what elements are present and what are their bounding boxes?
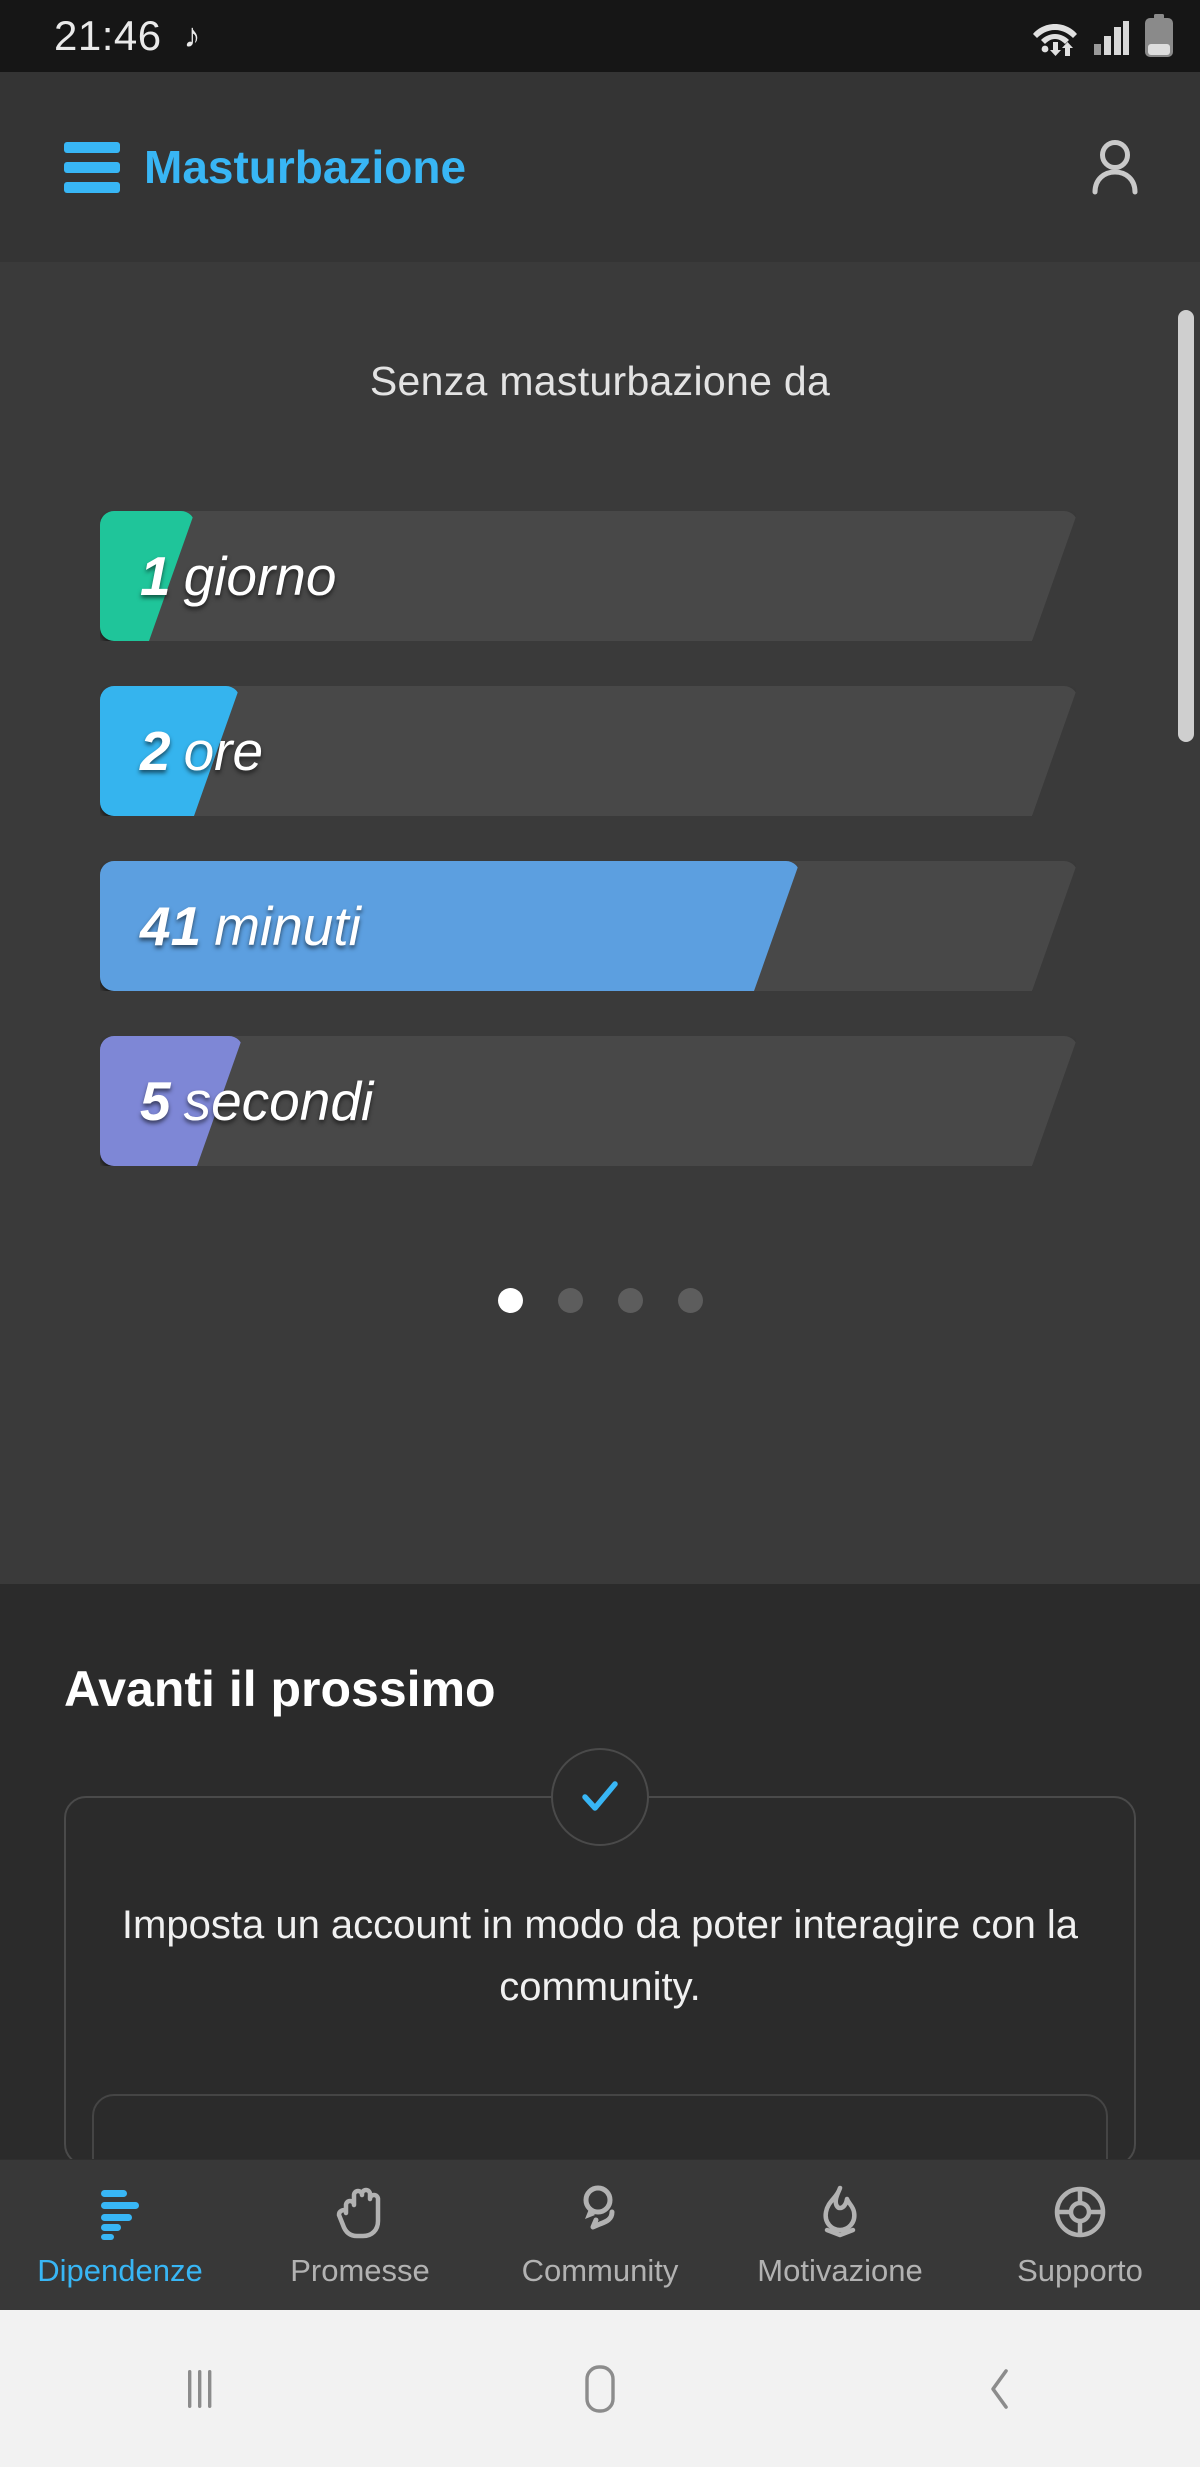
flame-icon [811,2181,869,2243]
back-icon[interactable] [800,2310,1200,2467]
tab-label: Supporto [1017,2253,1143,2288]
time-bar-value: 1 [140,545,171,607]
tab-dipendenze[interactable]: Dipendenze [0,2160,240,2310]
bar-chart-icon [91,2181,149,2243]
speech-bubbles-icon [571,2181,629,2243]
music-note-icon: ♪ [183,16,201,55]
hamburger-bar [64,141,120,153]
time-bars-list: 1 giorno 2 ore 41 minuti 5 secondi [0,511,1200,1166]
vertical-scrollbar[interactable] [1178,310,1194,742]
time-bar-unit: secondi [183,1070,374,1132]
time-bar-unit: giorno [183,545,337,607]
tracker-subtitle: Senza masturbazione da [369,358,831,404]
android-navigation-bar [0,2310,1200,2467]
carousel-page-dots[interactable] [0,1288,1200,1313]
time-bar-row: 41 minuti [100,861,1200,991]
page-title: Masturbazione [144,141,467,193]
wifi-icon [1032,16,1078,56]
next-up-card[interactable]: Imposta un account in modo da poter inte… [64,1748,1136,2214]
status-bar-clock: 21:46 [54,12,162,59]
checkmark-icon [551,1748,649,1846]
time-bar-label: 1 giorno [140,511,336,641]
next-up-section: Avanti il prossimo Imposta un account in… [0,1584,1200,2214]
next-up-card-text: Imposta un account in modo da poter inte… [121,1903,1079,2009]
tab-promesse[interactable]: Promesse [240,2160,480,2310]
status-bar-icons [1032,14,1174,58]
time-bar-label: 41 minuti [140,861,361,991]
time-bar-row: 2 ore [100,686,1200,816]
time-bar-unit: ore [183,720,264,782]
time-bar-value: 41 [140,895,202,957]
carousel-dot[interactable] [617,1288,643,1313]
recents-icon[interactable] [0,2310,400,2467]
time-bar-row: 5 secondi [100,1036,1200,1166]
home-icon[interactable] [400,2310,800,2467]
carousel-dot[interactable] [497,1288,523,1313]
time-bar-unit: minuti [214,895,361,957]
bottom-tab-bar: Dipendenze Promesse Community Motivazion… [0,2159,1200,2310]
battery-icon [1144,14,1174,58]
carousel-dot[interactable] [677,1288,703,1313]
hamburger-menu-icon[interactable] [64,141,120,193]
tab-motivazione[interactable]: Motivazione [720,2160,960,2310]
time-bar-value: 5 [140,1070,171,1132]
carousel-dot[interactable] [557,1288,583,1313]
time-bar-label: 2 ore [140,686,263,816]
app-root: 21:46 ♪ Masturbazione Senza masturbazion… [0,0,1200,2467]
status-bar: 21:46 ♪ [0,0,1200,72]
tab-label: Promesse [290,2253,430,2288]
tab-label: Dipendenze [37,2253,203,2288]
tab-supporto[interactable]: Supporto [960,2160,1200,2310]
time-bar-value: 2 [140,720,171,782]
time-bar-row: 1 giorno [100,511,1200,641]
raised-hand-icon [331,2181,389,2243]
hamburger-bar [64,161,120,173]
tab-label: Community [521,2253,679,2288]
hamburger-bar [64,181,120,193]
next-up-title: Avanti il prossimo [64,1661,496,1717]
time-bar-label: 5 secondi [140,1036,373,1166]
tab-community[interactable]: Community [480,2160,720,2310]
main-scroll-area[interactable]: Senza masturbazione da 1 giorno 2 ore 41 minu… [0,262,1200,1584]
life-ring-icon [1051,2181,1109,2243]
app-bar: Masturbazione [0,72,1200,262]
tab-label: Motivazione [757,2253,923,2288]
cellular-signal-icon [1092,17,1130,55]
account-person-icon[interactable] [1076,128,1154,206]
